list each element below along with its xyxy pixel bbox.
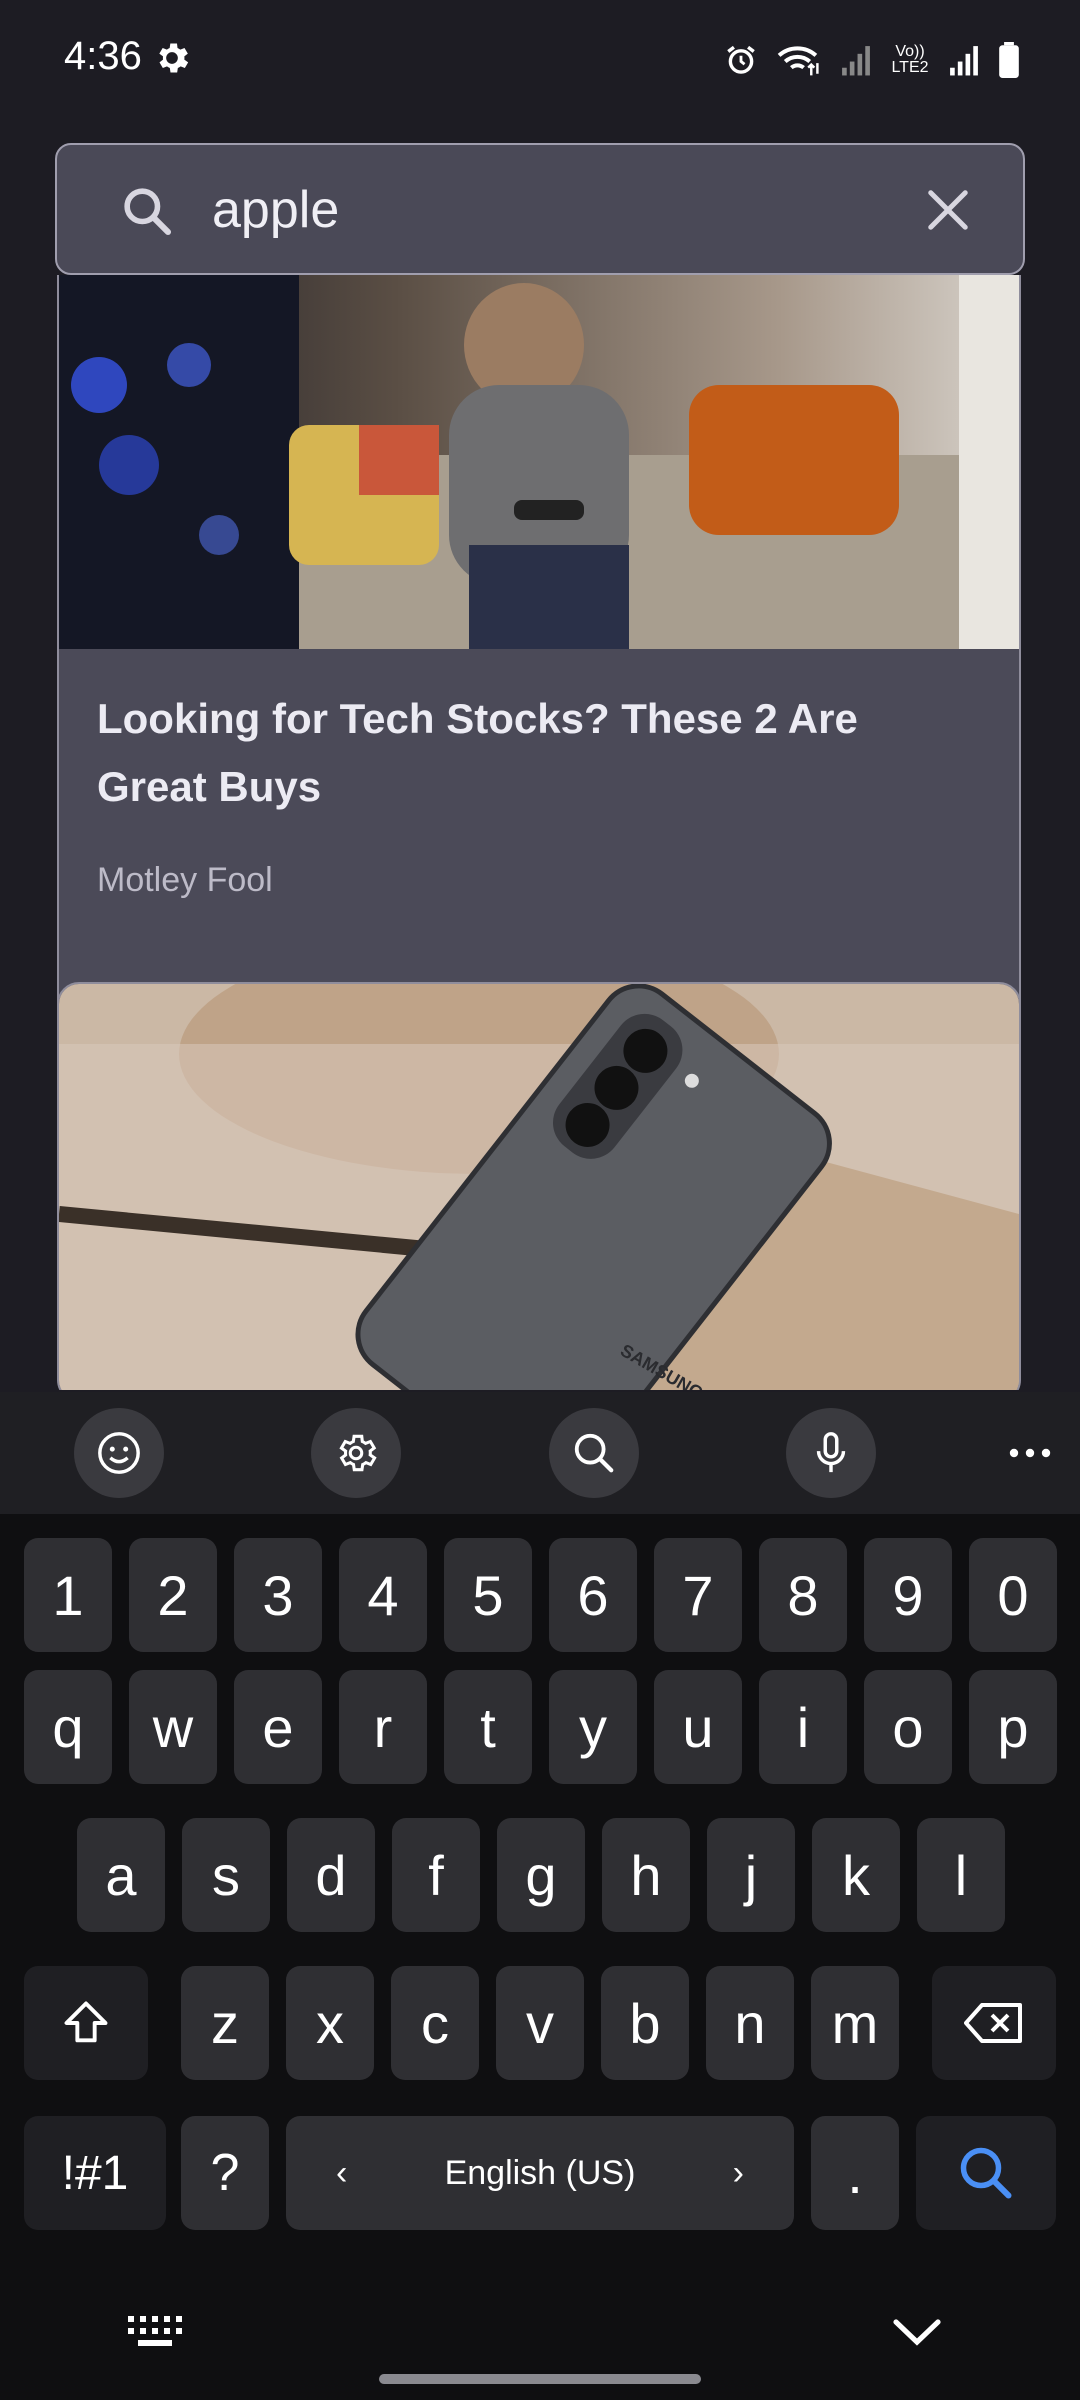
key-t[interactable]: t xyxy=(444,1670,532,1784)
search-icon xyxy=(960,2147,1012,2199)
key-5[interactable]: 5 xyxy=(444,1538,532,1652)
key-w[interactable]: w xyxy=(129,1670,217,1784)
home-indicator[interactable] xyxy=(379,2374,701,2384)
keyboard-settings-button[interactable] xyxy=(311,1408,401,1498)
backspace-icon xyxy=(964,2003,1022,2043)
article-card[interactable]: SAMSUNG xyxy=(57,982,1021,1390)
key-e[interactable]: e xyxy=(234,1670,322,1784)
search-action-key[interactable] xyxy=(916,2116,1056,2230)
key-a[interactable]: a xyxy=(77,1818,165,1932)
article-photo: SAMSUNG xyxy=(59,984,1019,1390)
key-i[interactable]: i xyxy=(759,1670,847,1784)
voice-input-button[interactable] xyxy=(786,1408,876,1498)
close-icon[interactable] xyxy=(925,187,971,233)
key-y[interactable]: y xyxy=(549,1670,637,1784)
microphone-icon xyxy=(816,1432,846,1473)
key-j[interactable]: j xyxy=(707,1818,795,1932)
key-0[interactable]: 0 xyxy=(969,1538,1057,1652)
key-9[interactable]: 9 xyxy=(864,1538,952,1652)
key-2[interactable]: 2 xyxy=(129,1538,217,1652)
keyboard-icon[interactable] xyxy=(128,2316,182,2350)
key-8[interactable]: 8 xyxy=(759,1538,847,1652)
network-label: Vo)) LTE2 xyxy=(891,43,929,76)
key-c[interactable]: c xyxy=(391,1966,479,2080)
key-g[interactable]: g xyxy=(497,1818,585,1932)
key-7[interactable]: 7 xyxy=(654,1538,742,1652)
keyboard-search-button[interactable] xyxy=(549,1408,639,1498)
search-input[interactable] xyxy=(212,175,912,245)
article-title[interactable]: Looking for Tech Stocks? These 2 Are Gre… xyxy=(97,685,977,821)
search-icon xyxy=(124,188,172,236)
more-icon xyxy=(1009,1448,1051,1458)
symbols-key[interactable]: !#1 xyxy=(24,2116,166,2230)
key-d[interactable]: d xyxy=(287,1818,375,1932)
keyboard[interactable]: !#1 ? ‹ English (US) › . 1234567890 qwert… xyxy=(0,1392,1080,2400)
key-6[interactable]: 6 xyxy=(549,1538,637,1652)
key-r[interactable]: r xyxy=(339,1670,427,1784)
more-options-button[interactable] xyxy=(1000,1408,1060,1498)
key-q[interactable]: q xyxy=(24,1670,112,1784)
search-results[interactable]: Looking for Tech Stocks? These 2 Are Gre… xyxy=(0,120,1080,1390)
shift-icon xyxy=(64,2001,108,2043)
key-n[interactable]: n xyxy=(706,1966,794,2080)
settings-gear-icon xyxy=(159,43,189,73)
key-h[interactable]: h xyxy=(602,1818,690,1932)
signal-icon xyxy=(842,46,870,76)
key-b[interactable]: b xyxy=(601,1966,689,2080)
alarm-icon xyxy=(727,45,755,74)
language-right-arrow: › xyxy=(732,2153,744,2192)
language-label: English (US) xyxy=(444,2153,636,2192)
question-key[interactable]: ? xyxy=(181,2116,269,2230)
key-v[interactable]: v xyxy=(496,1966,584,2080)
hide-keyboard-icon[interactable] xyxy=(892,2318,942,2348)
language-left-arrow: ‹ xyxy=(336,2153,348,2192)
period-key[interactable]: . xyxy=(811,2116,899,2230)
wifi-icon xyxy=(777,46,819,76)
battery-icon xyxy=(999,42,1019,78)
search-icon xyxy=(574,1433,614,1473)
article-card[interactable]: Looking for Tech Stocks? These 2 Are Gre… xyxy=(57,275,1021,1105)
key-p[interactable]: p xyxy=(969,1670,1057,1784)
key-4[interactable]: 4 xyxy=(339,1538,427,1652)
key-m[interactable]: m xyxy=(811,1966,899,2080)
search-bar[interactable] xyxy=(55,143,1025,275)
backspace-key[interactable] xyxy=(932,1966,1056,2080)
key-x[interactable]: x xyxy=(286,1966,374,2080)
key-o[interactable]: o xyxy=(864,1670,952,1784)
keyboard-toolbar xyxy=(0,1392,1080,1514)
signal-icon-2 xyxy=(950,46,978,76)
settings-icon xyxy=(339,1434,377,1472)
key-l[interactable]: l xyxy=(917,1818,1005,1932)
key-u[interactable]: u xyxy=(654,1670,742,1784)
status-bar: 4:36 Vo)) LTE2 xyxy=(0,0,1080,120)
emoji-button[interactable] xyxy=(74,1408,164,1498)
key-k[interactable]: k xyxy=(812,1818,900,1932)
key-3[interactable]: 3 xyxy=(234,1538,322,1652)
key-f[interactable]: f xyxy=(392,1818,480,1932)
article-source: Motley Fool xyxy=(97,861,273,899)
key-s[interactable]: s xyxy=(182,1818,270,1932)
article-photo xyxy=(59,275,1019,649)
shift-key[interactable] xyxy=(24,1966,148,2080)
status-icons: Vo)) LTE2 xyxy=(724,38,1020,82)
space-key[interactable]: ‹ English (US) › xyxy=(286,2116,794,2230)
key-1[interactable]: 1 xyxy=(24,1538,112,1652)
key-z[interactable]: z xyxy=(181,1966,269,2080)
status-time: 4:36 xyxy=(64,34,142,78)
emoji-icon xyxy=(98,1432,140,1474)
